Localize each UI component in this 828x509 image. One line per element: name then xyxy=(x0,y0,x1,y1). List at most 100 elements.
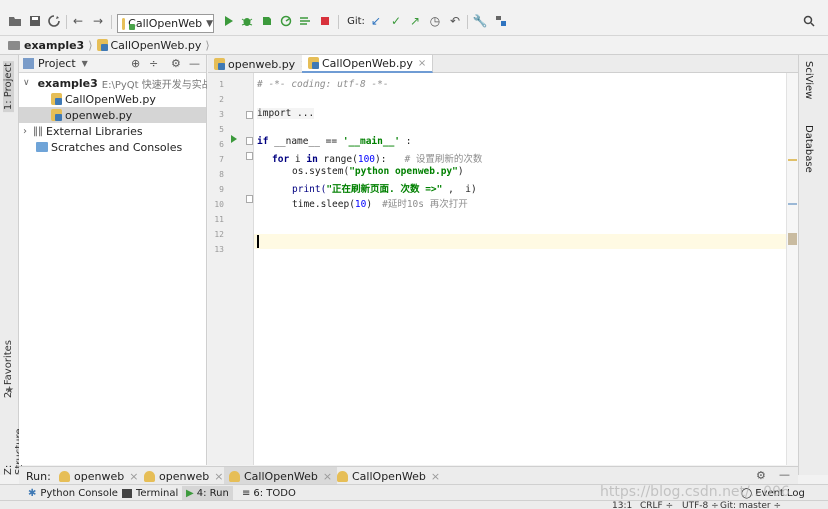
breadcrumb-file[interactable]: CallOpenWeb.py xyxy=(111,39,202,52)
debug-icon[interactable] xyxy=(240,13,254,29)
save-icon[interactable] xyxy=(28,13,42,29)
close-icon[interactable]: × xyxy=(323,470,332,483)
code-editor[interactable]: 1 2 3 5 6 7 8 9 10 11 12 13 # -*- coding… xyxy=(208,73,798,465)
structure-icon[interactable] xyxy=(494,13,508,29)
tree-external-libraries[interactable]: › ‖‖ External Libraries xyxy=(23,123,143,139)
fold-icon[interactable] xyxy=(246,137,253,145)
terminal-button[interactable]: Terminal xyxy=(118,486,182,500)
search-icon[interactable] xyxy=(802,13,816,29)
python-file-icon xyxy=(308,57,319,69)
sync-icon[interactable] xyxy=(47,13,61,29)
tree-root[interactable]: ∨ example3 E:\PyQt 快速开发与实战\P xyxy=(23,75,207,91)
vcs-push-icon[interactable]: ↗ xyxy=(408,13,422,29)
minimize-icon[interactable]: — xyxy=(189,57,200,70)
todo-button[interactable]: ≡ 6: TODO xyxy=(238,486,300,500)
change-marker[interactable] xyxy=(788,203,797,205)
editor-tab-bar: openweb.py × CallOpenWeb.py × xyxy=(208,55,798,73)
gear-icon[interactable]: ⚙ xyxy=(756,469,766,482)
event-log-icon: ◯ xyxy=(741,487,753,499)
revert-icon[interactable]: ↶ xyxy=(448,13,462,29)
run-tab-label: CallOpenWeb xyxy=(244,469,318,483)
line-number: 12 xyxy=(214,230,224,239)
concurrency-icon[interactable] xyxy=(298,13,312,29)
code-line-7: for i in range(100): # 设置刷新的次数 xyxy=(272,154,483,165)
profile-icon[interactable] xyxy=(279,13,293,29)
breadcrumb-separator-icon: ⟩ xyxy=(205,38,210,52)
run-tab-openweb-1[interactable]: openweb × xyxy=(54,467,143,485)
close-icon[interactable]: × xyxy=(431,470,440,483)
python-run-icon xyxy=(59,470,70,482)
code-line-9: print("正在刷新页面. 次数 =>" , i) xyxy=(292,184,477,195)
code-line-1: # -*- coding: utf-8 -*- xyxy=(257,79,389,90)
run-tool-button[interactable]: ▶ 4: Run xyxy=(182,486,233,500)
file-encoding[interactable]: UTF-8 ÷ xyxy=(682,501,719,509)
coverage-icon[interactable] xyxy=(260,13,274,29)
line-separator[interactable]: CRLF ÷ xyxy=(640,501,673,509)
vcs-commit-icon[interactable]: ✓ xyxy=(389,13,403,29)
project-tool-button[interactable]: 1: Project xyxy=(3,61,14,113)
left-tool-stripe: 1: Project 2: Favorites ★ Z: Structure xyxy=(0,55,25,475)
git-branch[interactable]: Git: master ÷ xyxy=(720,501,781,509)
warning-marker[interactable] xyxy=(788,159,797,161)
chevron-down-icon: ∨ xyxy=(23,78,30,88)
back-arrow-icon[interactable]: ← xyxy=(71,13,85,29)
close-icon[interactable]: × xyxy=(214,470,223,483)
run-gutter-icon[interactable] xyxy=(230,134,238,147)
fold-icon[interactable] xyxy=(246,195,253,203)
python-console-label: Python Console xyxy=(40,487,118,499)
run-config-label: CallOpenWeb xyxy=(128,17,203,30)
locate-icon[interactable]: ⊕ xyxy=(131,57,140,70)
breadcrumb: example3 ⟩ CallOpenWeb.py ⟩ xyxy=(0,36,828,55)
sciview-tool-button[interactable]: SciView xyxy=(803,61,814,99)
python-file-icon xyxy=(51,93,62,105)
run-icon[interactable] xyxy=(222,13,236,29)
bottom-tool-stripe: ✱ Python Console Terminal ▶ 4: Run ≡ 6: … xyxy=(0,484,828,500)
project-view-label[interactable]: Project xyxy=(38,57,76,70)
vcs-update-icon[interactable]: ↙ xyxy=(369,13,383,29)
tree-scratches[interactable]: Scratches and Consoles xyxy=(36,139,182,155)
code-line-3: import ... xyxy=(257,108,315,119)
stop-icon[interactable] xyxy=(318,13,332,29)
todo-icon: ≡ xyxy=(242,487,251,499)
caret-position[interactable]: 13:1 xyxy=(612,501,632,509)
database-tool-button[interactable]: Database xyxy=(803,125,814,173)
main-toolbar: ← → CallOpenWeb ▼ Git: ↙ ✓ ↗ ◷ ↶ 🔧 xyxy=(0,6,828,36)
close-icon[interactable]: × xyxy=(418,58,426,69)
wrench-icon[interactable]: 🔧 xyxy=(473,13,488,29)
tree-root-name: example3 xyxy=(37,76,98,90)
tab-openweb[interactable]: openweb.py × xyxy=(208,55,316,73)
terminal-icon xyxy=(122,488,132,498)
run-tab-openweb-2[interactable]: openweb × xyxy=(139,467,228,485)
gear-icon[interactable]: ⚙ xyxy=(171,57,181,70)
chevron-down-icon[interactable]: ▼ xyxy=(82,59,88,68)
tree-file-openweb[interactable]: openweb.py xyxy=(19,107,206,123)
chevron-right-icon: › xyxy=(23,125,27,137)
folder-icon xyxy=(8,40,20,50)
python-file-icon xyxy=(96,39,108,51)
run-tool-label: 4: Run xyxy=(196,487,229,499)
tab-label: CallOpenWeb.py xyxy=(322,56,413,70)
close-icon[interactable]: × xyxy=(129,470,138,483)
run-tab-callopenweb-2[interactable]: CallOpenWeb × xyxy=(332,467,445,485)
tab-callopenweb[interactable]: CallOpenWeb.py × xyxy=(302,55,434,73)
python-console-button[interactable]: ✱ Python Console xyxy=(24,486,122,500)
open-folder-icon[interactable] xyxy=(8,13,22,29)
collapse-icon[interactable]: ÷ xyxy=(149,57,158,70)
minimize-icon[interactable]: — xyxy=(779,468,790,481)
editor-scrollbar[interactable] xyxy=(786,73,798,465)
tree-file-callopenweb[interactable]: CallOpenWeb.py xyxy=(51,91,156,107)
history-icon[interactable]: ◷ xyxy=(428,13,442,29)
text-caret xyxy=(257,235,259,248)
fold-icon[interactable] xyxy=(246,152,253,160)
python-run-icon xyxy=(122,17,136,30)
forward-arrow-icon[interactable]: → xyxy=(91,13,105,29)
breadcrumb-separator-icon: ⟩ xyxy=(88,38,93,52)
project-panel-header: Project ▼ ⊕ ÷ ⚙ — xyxy=(19,55,206,73)
python-file-icon xyxy=(214,58,225,70)
run-config-dropdown[interactable]: CallOpenWeb ▼ xyxy=(117,14,214,33)
run-tab-callopenweb-1[interactable]: CallOpenWeb × xyxy=(224,467,338,485)
code-line-6: if __name__ == '__main__' : xyxy=(257,136,412,147)
breadcrumb-project[interactable]: example3 xyxy=(24,39,84,52)
event-log-button[interactable]: ◯ Event Log xyxy=(737,486,809,500)
fold-icon[interactable] xyxy=(246,111,253,119)
